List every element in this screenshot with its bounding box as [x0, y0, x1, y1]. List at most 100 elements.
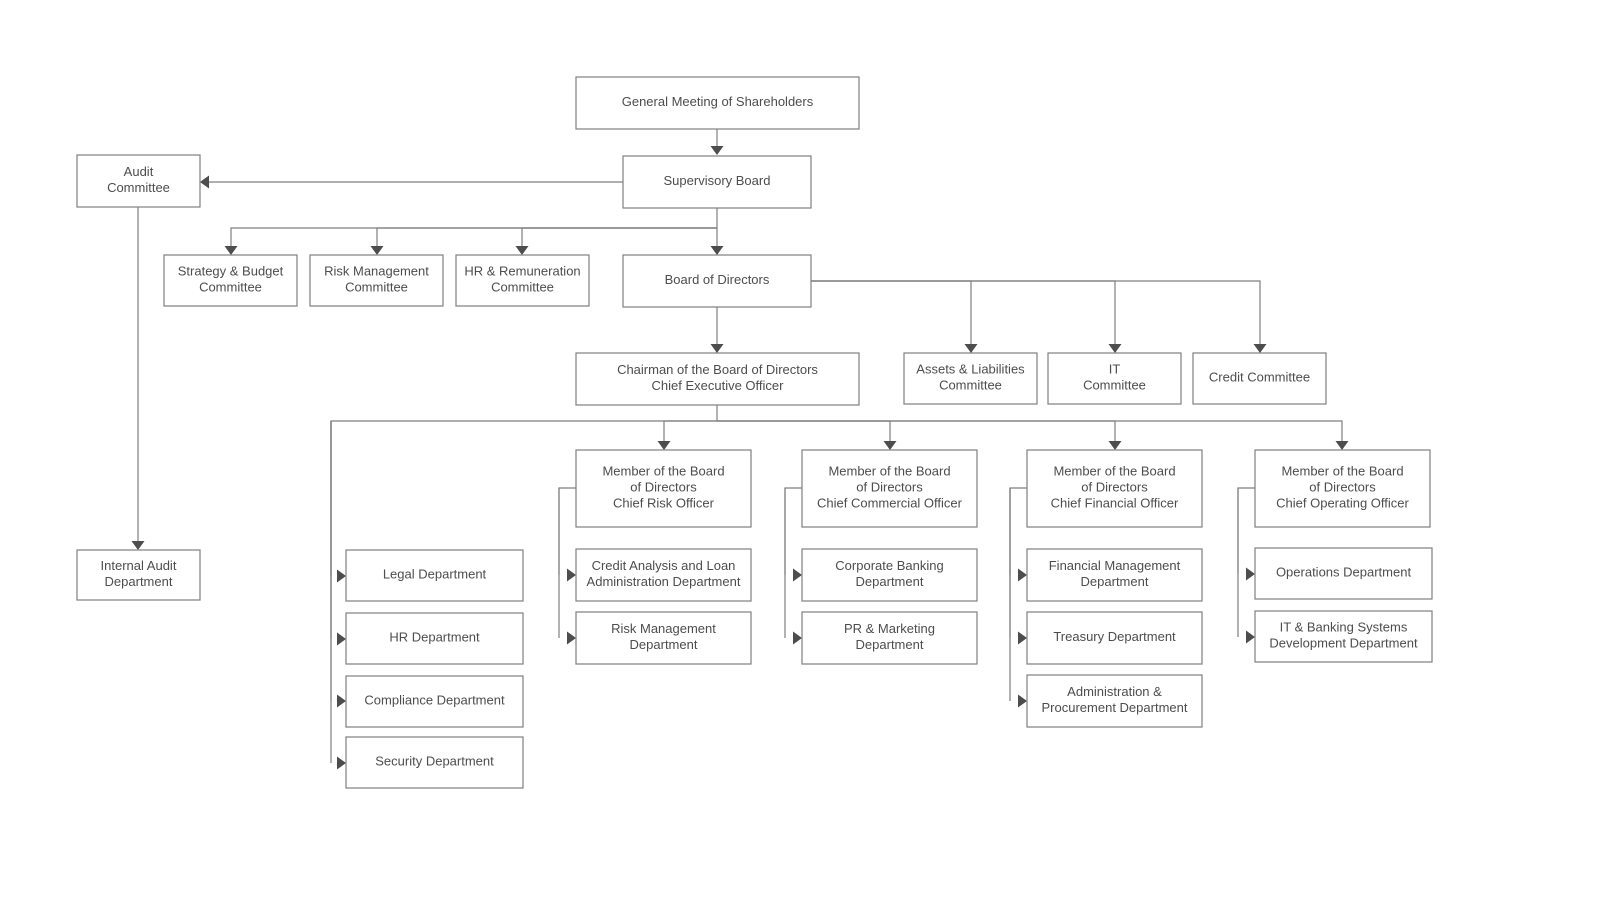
arrowhead-icon: [657, 441, 671, 450]
node-label: Supervisory Board: [664, 173, 771, 188]
org-node-rmc[interactable]: Risk Management Committee: [309, 254, 444, 307]
org-node-hrc[interactable]: HR & Remuneration Committee: [455, 254, 590, 307]
node-label: General Meeting of Shareholders: [622, 94, 814, 109]
connector-sb-to-hrc: [515, 227, 717, 255]
connector-sb-to-sbc: [224, 227, 717, 255]
org-node-audit[interactable]: Audit Committee: [76, 154, 201, 208]
connector-line: [521, 227, 717, 249]
connector-cro-to-rmd: [558, 488, 576, 645]
org-node-cbd[interactable]: Corporate Banking Department: [801, 548, 978, 602]
connector-line: [663, 405, 718, 444]
connector-line: [717, 420, 1343, 444]
arrowhead-icon: [1108, 441, 1122, 450]
org-node-cro[interactable]: Member of the Board of Directors Chief Ris…: [575, 449, 752, 528]
arrowhead-icon: [567, 631, 576, 645]
arrowhead-icon: [1108, 344, 1122, 353]
arrowhead-icon: [1253, 344, 1267, 353]
connector-line: [1009, 487, 1027, 575]
arrowhead-icon: [567, 568, 576, 582]
connector-bod-to-cc: [811, 280, 1267, 353]
org-chart-canvas: General Meeting of Shareholders Superviso…: [0, 0, 1600, 907]
connector-ceo-to-cfo: [717, 420, 1122, 450]
connector-line: [717, 420, 891, 444]
org-node-fmd[interactable]: Financial Management Department: [1026, 548, 1203, 602]
node-label: Legal Department: [383, 567, 487, 582]
org-node-legal[interactable]: Legal Department: [345, 549, 524, 602]
connector-cfo-to-apd: [1009, 488, 1027, 708]
connector-gms-to-sb: [710, 129, 724, 155]
org-node-prmd[interactable]: PR & Marketing Department: [801, 611, 978, 665]
org-node-cc[interactable]: Credit Committee: [1192, 352, 1327, 405]
arrowhead-icon: [964, 344, 978, 353]
connector-bod-to-alc: [811, 280, 978, 353]
connector-cfo-to-fmd: [1009, 487, 1027, 582]
connector-sb-to-bod: [710, 208, 724, 255]
node-label: Compliance Department: [364, 693, 505, 708]
node-label: Treasury Department: [1053, 629, 1176, 644]
org-node-bod[interactable]: Board of Directors: [622, 254, 812, 308]
org-node-trd[interactable]: Treasury Department: [1026, 611, 1203, 665]
node-label: Internal Audit Department: [101, 558, 177, 589]
org-node-itc[interactable]: IT Committee: [1047, 352, 1182, 405]
connector-cco-to-cbd: [784, 487, 802, 582]
connector-ceo-to-comp: [330, 421, 346, 708]
arrowhead-icon: [710, 246, 724, 255]
node-label: PR & Marketing Department: [844, 621, 935, 652]
node-label: HR Department: [389, 630, 480, 645]
org-node-cco[interactable]: Member of the Board of Directors Chief Com…: [801, 449, 978, 528]
connector-line: [784, 487, 802, 575]
connector-audit-to-iad: [131, 207, 145, 550]
connector-line: [811, 280, 972, 347]
arrowhead-icon: [710, 146, 724, 155]
arrowhead-icon: [793, 568, 802, 582]
org-node-ceo[interactable]: Chairman of the Board of Directors Chief …: [575, 352, 860, 406]
org-node-coo[interactable]: Member of the Board of Directors Chief Ope…: [1254, 449, 1431, 528]
org-node-opsd[interactable]: Operations Department: [1254, 547, 1433, 600]
connector-line: [376, 227, 717, 249]
connector-cfo-to-trd: [1009, 488, 1027, 645]
arrowhead-icon: [1246, 630, 1255, 644]
org-node-gms[interactable]: General Meeting of Shareholders: [575, 76, 860, 130]
org-chart-svg: General Meeting of Shareholders Superviso…: [76, 76, 1433, 789]
org-node-sb[interactable]: Supervisory Board: [622, 155, 812, 209]
arrowhead-icon: [515, 246, 529, 255]
node-layer: General Meeting of Shareholders Superviso…: [76, 76, 1433, 789]
arrowhead-icon: [710, 344, 724, 353]
node-label: Security Department: [375, 754, 494, 769]
connector-cro-to-cald: [558, 487, 576, 582]
org-node-comp[interactable]: Compliance Department: [345, 675, 524, 728]
connector-ceo-to-secd: [330, 421, 346, 770]
connector-bod-to-ceo: [710, 307, 724, 353]
arrowhead-icon: [1246, 567, 1255, 581]
connector-sb-to-audit: [200, 175, 623, 189]
node-label: Credit Analysis and Loan Administration D…: [587, 558, 741, 589]
org-node-iad[interactable]: Internal Audit Department: [76, 549, 201, 601]
connector-ceo-to-cco: [717, 420, 897, 450]
arrowhead-icon: [337, 569, 346, 583]
connector-ceo-to-coo: [717, 420, 1349, 450]
connector-cco-to-prmd: [784, 488, 802, 645]
org-node-secd[interactable]: Security Department: [345, 736, 524, 789]
org-node-sbc[interactable]: Strategy & Budget Committee: [163, 254, 298, 307]
connector-layer: [131, 129, 1349, 770]
connector-bod-to-itc: [811, 280, 1122, 353]
arrowhead-icon: [224, 246, 238, 255]
connector-sb-to-rmc: [370, 227, 717, 255]
arrowhead-icon: [337, 756, 346, 770]
org-node-apd[interactable]: Administration & Procurement Department: [1026, 674, 1203, 728]
org-node-cald[interactable]: Credit Analysis and Loan Administration D…: [575, 548, 752, 602]
org-node-cfo[interactable]: Member of the Board of Directors Chief Fin…: [1026, 449, 1203, 528]
org-node-itbd[interactable]: IT & Banking Systems Development Departme…: [1254, 610, 1433, 663]
node-label: Operations Department: [1276, 565, 1412, 580]
connector-line: [811, 280, 1116, 347]
connector-coo-to-itbd: [1237, 488, 1255, 644]
node-label: IT & Banking Systems Development Departme…: [1269, 620, 1418, 651]
org-node-alc[interactable]: Assets & Liabilities Committee: [903, 352, 1038, 405]
connector-line: [1237, 487, 1255, 574]
org-node-hrd[interactable]: HR Department: [345, 612, 524, 665]
arrowhead-icon: [131, 541, 145, 550]
org-node-rmd[interactable]: Risk Management Department: [575, 611, 752, 665]
arrowhead-icon: [1018, 694, 1027, 708]
connector-line: [811, 280, 1261, 347]
arrowhead-icon: [337, 632, 346, 646]
